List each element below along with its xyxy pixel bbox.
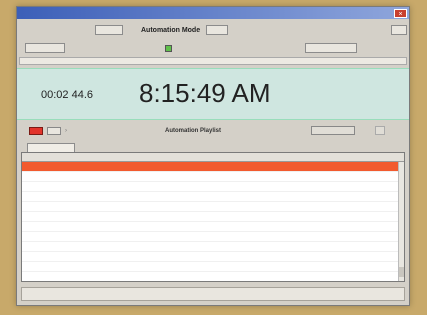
tab-playlist[interactable]	[27, 143, 75, 152]
current-time: 8:15:49 AM	[139, 78, 271, 108]
playlist-controls: › Automation Playlist	[19, 124, 407, 138]
elapsed-timer: 00:02 44.6	[41, 89, 93, 101]
toolbar2-button-2[interactable]	[305, 43, 357, 53]
status-bar	[21, 287, 405, 301]
table-row[interactable]	[22, 162, 404, 172]
tab-row	[27, 141, 75, 152]
table-row[interactable]	[22, 252, 404, 262]
table-row[interactable]	[22, 232, 404, 242]
table-row[interactable]	[22, 172, 404, 182]
control-button[interactable]	[47, 127, 61, 135]
mode-label: Automation Mode	[141, 26, 201, 34]
scrollbar-thumb[interactable]	[399, 267, 404, 277]
chevron-icon[interactable]: ›	[65, 128, 67, 134]
vertical-scrollbar[interactable]	[398, 162, 404, 281]
toolbar-button-2[interactable]	[206, 25, 229, 35]
toolbar-button-3[interactable]	[391, 25, 407, 35]
app-window: × Automation Mode 00:02 44.6 8:15:49 AM …	[16, 6, 410, 306]
toolbar-button-1[interactable]	[95, 25, 123, 35]
table-row[interactable]	[22, 272, 404, 281]
enable-checkbox[interactable]	[165, 44, 172, 52]
grid-body	[22, 162, 404, 281]
info-line	[19, 57, 407, 65]
title-bar[interactable]: ×	[17, 7, 409, 19]
clock-panel: 00:02 44.6 8:15:49 AM	[17, 68, 409, 120]
playlist-small-button[interactable]	[375, 126, 385, 135]
table-row[interactable]	[22, 192, 404, 202]
secondary-toolbar	[19, 41, 407, 55]
table-row[interactable]	[22, 222, 404, 232]
close-icon[interactable]: ×	[394, 8, 407, 18]
table-row[interactable]	[22, 182, 404, 192]
grid-header-row	[22, 153, 404, 162]
playlist-action-button[interactable]	[311, 126, 355, 135]
toolbar2-button-1[interactable]	[25, 43, 65, 53]
stop-button[interactable]	[29, 127, 43, 135]
table-row[interactable]	[22, 212, 404, 222]
table-row[interactable]	[22, 262, 404, 272]
main-toolbar: Automation Mode	[19, 21, 407, 39]
playlist-grid[interactable]	[21, 152, 405, 282]
table-row[interactable]	[22, 242, 404, 252]
table-row[interactable]	[22, 202, 404, 212]
playlist-caption: Automation Playlist	[165, 128, 222, 134]
